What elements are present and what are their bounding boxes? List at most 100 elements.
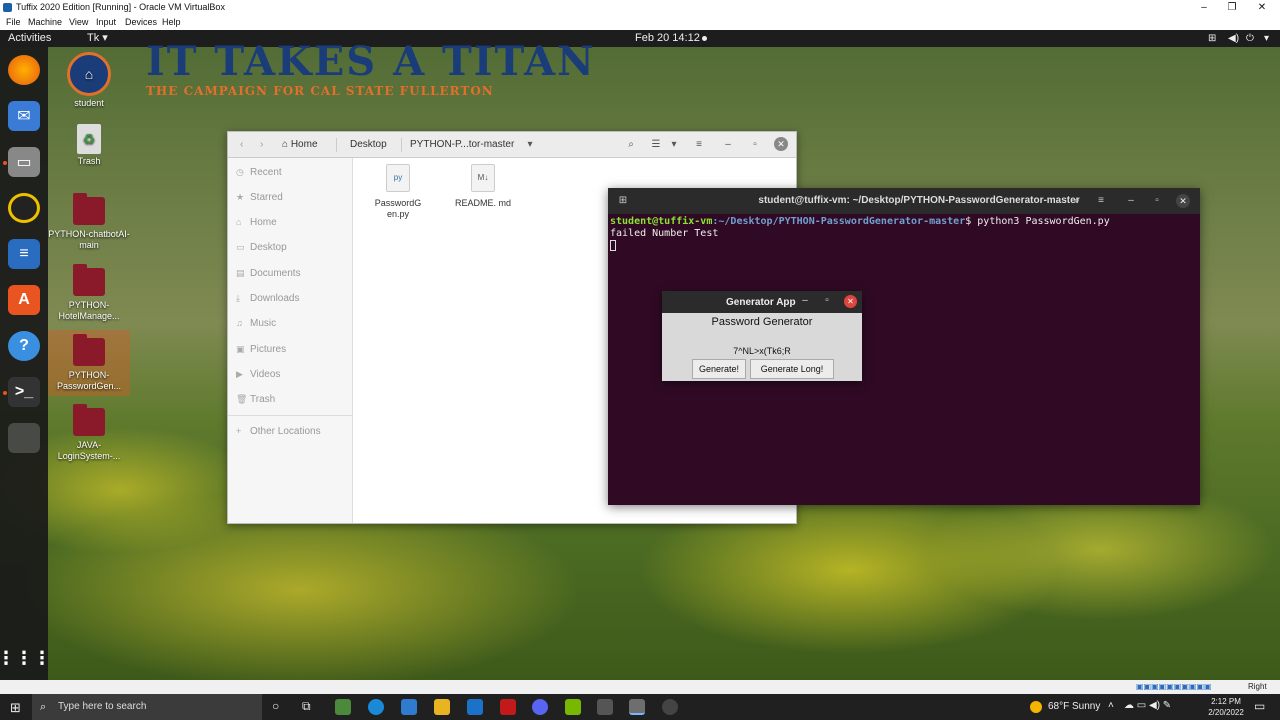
minimize-icon[interactable]: – — [718, 136, 738, 154]
tray-icons[interactable]: ☁ ▭ ◀) ✎ — [1124, 700, 1171, 711]
breadcrumb-current[interactable]: PYTHON-P...tor-master — [402, 136, 522, 154]
obs-icon[interactable] — [662, 699, 678, 715]
sidebar-item-music[interactable]: ♫ Music — [236, 313, 276, 333]
minimize-icon[interactable]: – — [798, 295, 812, 306]
file-readme-md[interactable]: M↓ README. md — [453, 164, 513, 209]
generate-long-button[interactable]: Generate Long! — [750, 359, 834, 379]
sidebar-item-documents[interactable]: ▤ Documents — [236, 263, 301, 283]
menu-input[interactable]: Input — [96, 15, 116, 30]
store-icon[interactable] — [335, 699, 351, 715]
menu-icon[interactable]: ≡ — [1092, 193, 1110, 209]
search-input[interactable]: Type here to search — [32, 694, 262, 720]
desktop-icon-trash[interactable]: ♻ Trash — [48, 124, 130, 167]
discord-icon[interactable] — [532, 699, 548, 715]
writer-icon[interactable]: ≡ — [8, 239, 40, 269]
maximize-icon[interactable]: ▫ — [745, 136, 765, 154]
activities-button[interactable]: Activities — [8, 30, 51, 47]
desktop-icon-java-login[interactable]: JAVA-LoginSystem-... — [48, 404, 130, 462]
sidebar-item-home[interactable]: ⌂ Home — [236, 212, 277, 232]
close-icon[interactable]: ✕ — [844, 295, 857, 308]
weather-text[interactable]: 68°F Sunny — [1048, 694, 1100, 720]
windows-start-icon[interactable]: ⊞ — [10, 700, 21, 716]
sidebar-item-trash[interactable]: 🗑 Trash — [236, 389, 275, 409]
sidebar-item-pictures[interactable]: ▣ Pictures — [236, 339, 286, 359]
minimize-icon[interactable]: – — [1192, 0, 1216, 15]
file-passwordgen-py[interactable]: py PasswordG en.py — [368, 164, 428, 220]
search-icon[interactable]: ⌕ — [1068, 193, 1086, 209]
restore-icon[interactable]: ❐ — [1220, 0, 1244, 15]
download-icon: ⤓ — [236, 293, 240, 303]
task-view-icon[interactable]: ⧉ — [302, 699, 311, 714]
back-icon[interactable]: ‹ — [234, 136, 249, 154]
folder-icon — [73, 193, 105, 225]
files-icon[interactable]: ▭ — [8, 147, 40, 177]
cortana-icon[interactable]: ○ — [272, 699, 279, 713]
forward-icon[interactable]: › — [254, 136, 269, 154]
close-icon[interactable]: ✕ — [774, 137, 788, 151]
pdf-icon[interactable] — [500, 699, 516, 715]
list-view-icon[interactable]: ☰ — [646, 136, 666, 154]
terminal-icon[interactable]: >_ — [8, 377, 40, 407]
sidebar-item-other-locations[interactable]: + Other Locations — [236, 421, 321, 441]
sidebar-item-desktop[interactable]: ▭ Desktop — [236, 237, 287, 257]
file-explorer-icon[interactable] — [434, 699, 450, 715]
chevron-down-icon[interactable]: ▾ — [664, 136, 684, 154]
menu-icon[interactable]: ≡ — [689, 136, 709, 154]
maximize-icon[interactable]: ▫ — [1148, 193, 1166, 209]
firefox-icon[interactable] — [8, 55, 40, 85]
files-sidebar: ◷ Recent ★ Starred ⌂ Home ▭ Desktop ▤ Documen… — [228, 158, 353, 523]
thunderbird-icon[interactable]: ✉ — [8, 101, 40, 131]
desktop-icon-chatbot[interactable]: PYTHON-chatbotAI-main — [48, 193, 130, 251]
desktop-icon-hotel[interactable]: PYTHON-HotelManage... — [48, 264, 130, 322]
show-apps-icon[interactable]: ⋮⋮⋮ — [0, 643, 51, 673]
generate-button[interactable]: Generate! — [692, 359, 746, 379]
edge-icon[interactable] — [368, 699, 384, 715]
software-icon[interactable]: A — [8, 285, 40, 315]
files-headerbar: ‹ › ⌂ Home Desktop PYTHON-P...tor-master… — [228, 132, 796, 158]
notification-dot — [702, 36, 707, 41]
search-icon[interactable]: ⌕ — [621, 136, 641, 154]
minimize-icon[interactable]: – — [1122, 193, 1140, 209]
breadcrumb-desktop[interactable]: Desktop — [342, 136, 395, 154]
taskbar-time: 2:12 PM — [1211, 697, 1241, 706]
device-status-icons[interactable]: ▣▣▣▣▣▣▣▣▣▣ — [1136, 680, 1212, 694]
help-icon[interactable]: ? — [8, 331, 40, 361]
sidebar-item-downloads[interactable]: ⤓ Downloads — [236, 288, 299, 308]
breadcrumb-home[interactable]: ⌂ Home — [274, 136, 326, 154]
app-icon[interactable] — [597, 699, 613, 715]
menu-devices[interactable]: Devices — [125, 15, 157, 30]
volume-icon[interactable]: ◀) — [1228, 30, 1239, 47]
maximize-icon[interactable]: ▫ — [820, 295, 834, 306]
chevron-down-icon[interactable]: ▾ — [520, 136, 540, 154]
taskbar-clock[interactable]: 2:12 PM 2/20/2022 — [1206, 696, 1246, 718]
terminal-output[interactable]: student@tuffix-vm:~/Desktop/PYTHON-Passw… — [608, 214, 1200, 255]
network-icon[interactable]: ⊞ — [1208, 30, 1216, 47]
close-icon[interactable]: ✕ — [1250, 0, 1274, 15]
chevron-down-icon[interactable]: ▾ — [1264, 30, 1269, 47]
menu-machine[interactable]: Machine — [28, 15, 62, 30]
notification-icon[interactable]: ▭ — [1254, 699, 1265, 713]
sidebar-item-videos[interactable]: ▶ Videos — [236, 364, 280, 384]
clock[interactable]: Feb 20 14:12 — [635, 30, 700, 47]
desktop-icon: ▭ — [236, 242, 245, 252]
star-icon: ★ — [236, 192, 245, 202]
menu-file[interactable]: File — [6, 15, 21, 30]
mail-icon[interactable] — [467, 699, 483, 715]
menu-help[interactable]: Help — [162, 15, 181, 30]
chevron-up-icon[interactable]: ˄ — [1108, 700, 1114, 711]
close-icon[interactable]: ✕ — [1176, 194, 1190, 208]
power-icon[interactable]: ⏻ — [1246, 30, 1254, 47]
menu-view[interactable]: View — [69, 15, 88, 30]
nvidia-icon[interactable] — [565, 699, 581, 715]
virtualbox-icon[interactable] — [629, 699, 645, 715]
app-icon[interactable] — [401, 699, 417, 715]
desktop-icon-student[interactable]: ⌂ student — [48, 52, 130, 109]
sidebar-item-starred[interactable]: ★ Starred — [236, 187, 283, 207]
tk-app-icon[interactable] — [8, 423, 40, 453]
terminal-headerbar: ⊞ student@tuffix-vm: ~/Desktop/PYTHON-Pa… — [608, 188, 1200, 214]
sidebar-item-recent[interactable]: ◷ Recent — [236, 162, 282, 182]
trash-icon: ♻ — [77, 124, 101, 154]
app-menu[interactable]: Tk ▾ — [87, 30, 108, 47]
desktop-icon-passwordgen[interactable]: PYTHON-PasswordGen... — [48, 330, 130, 396]
rhythmbox-icon[interactable] — [8, 193, 40, 223]
